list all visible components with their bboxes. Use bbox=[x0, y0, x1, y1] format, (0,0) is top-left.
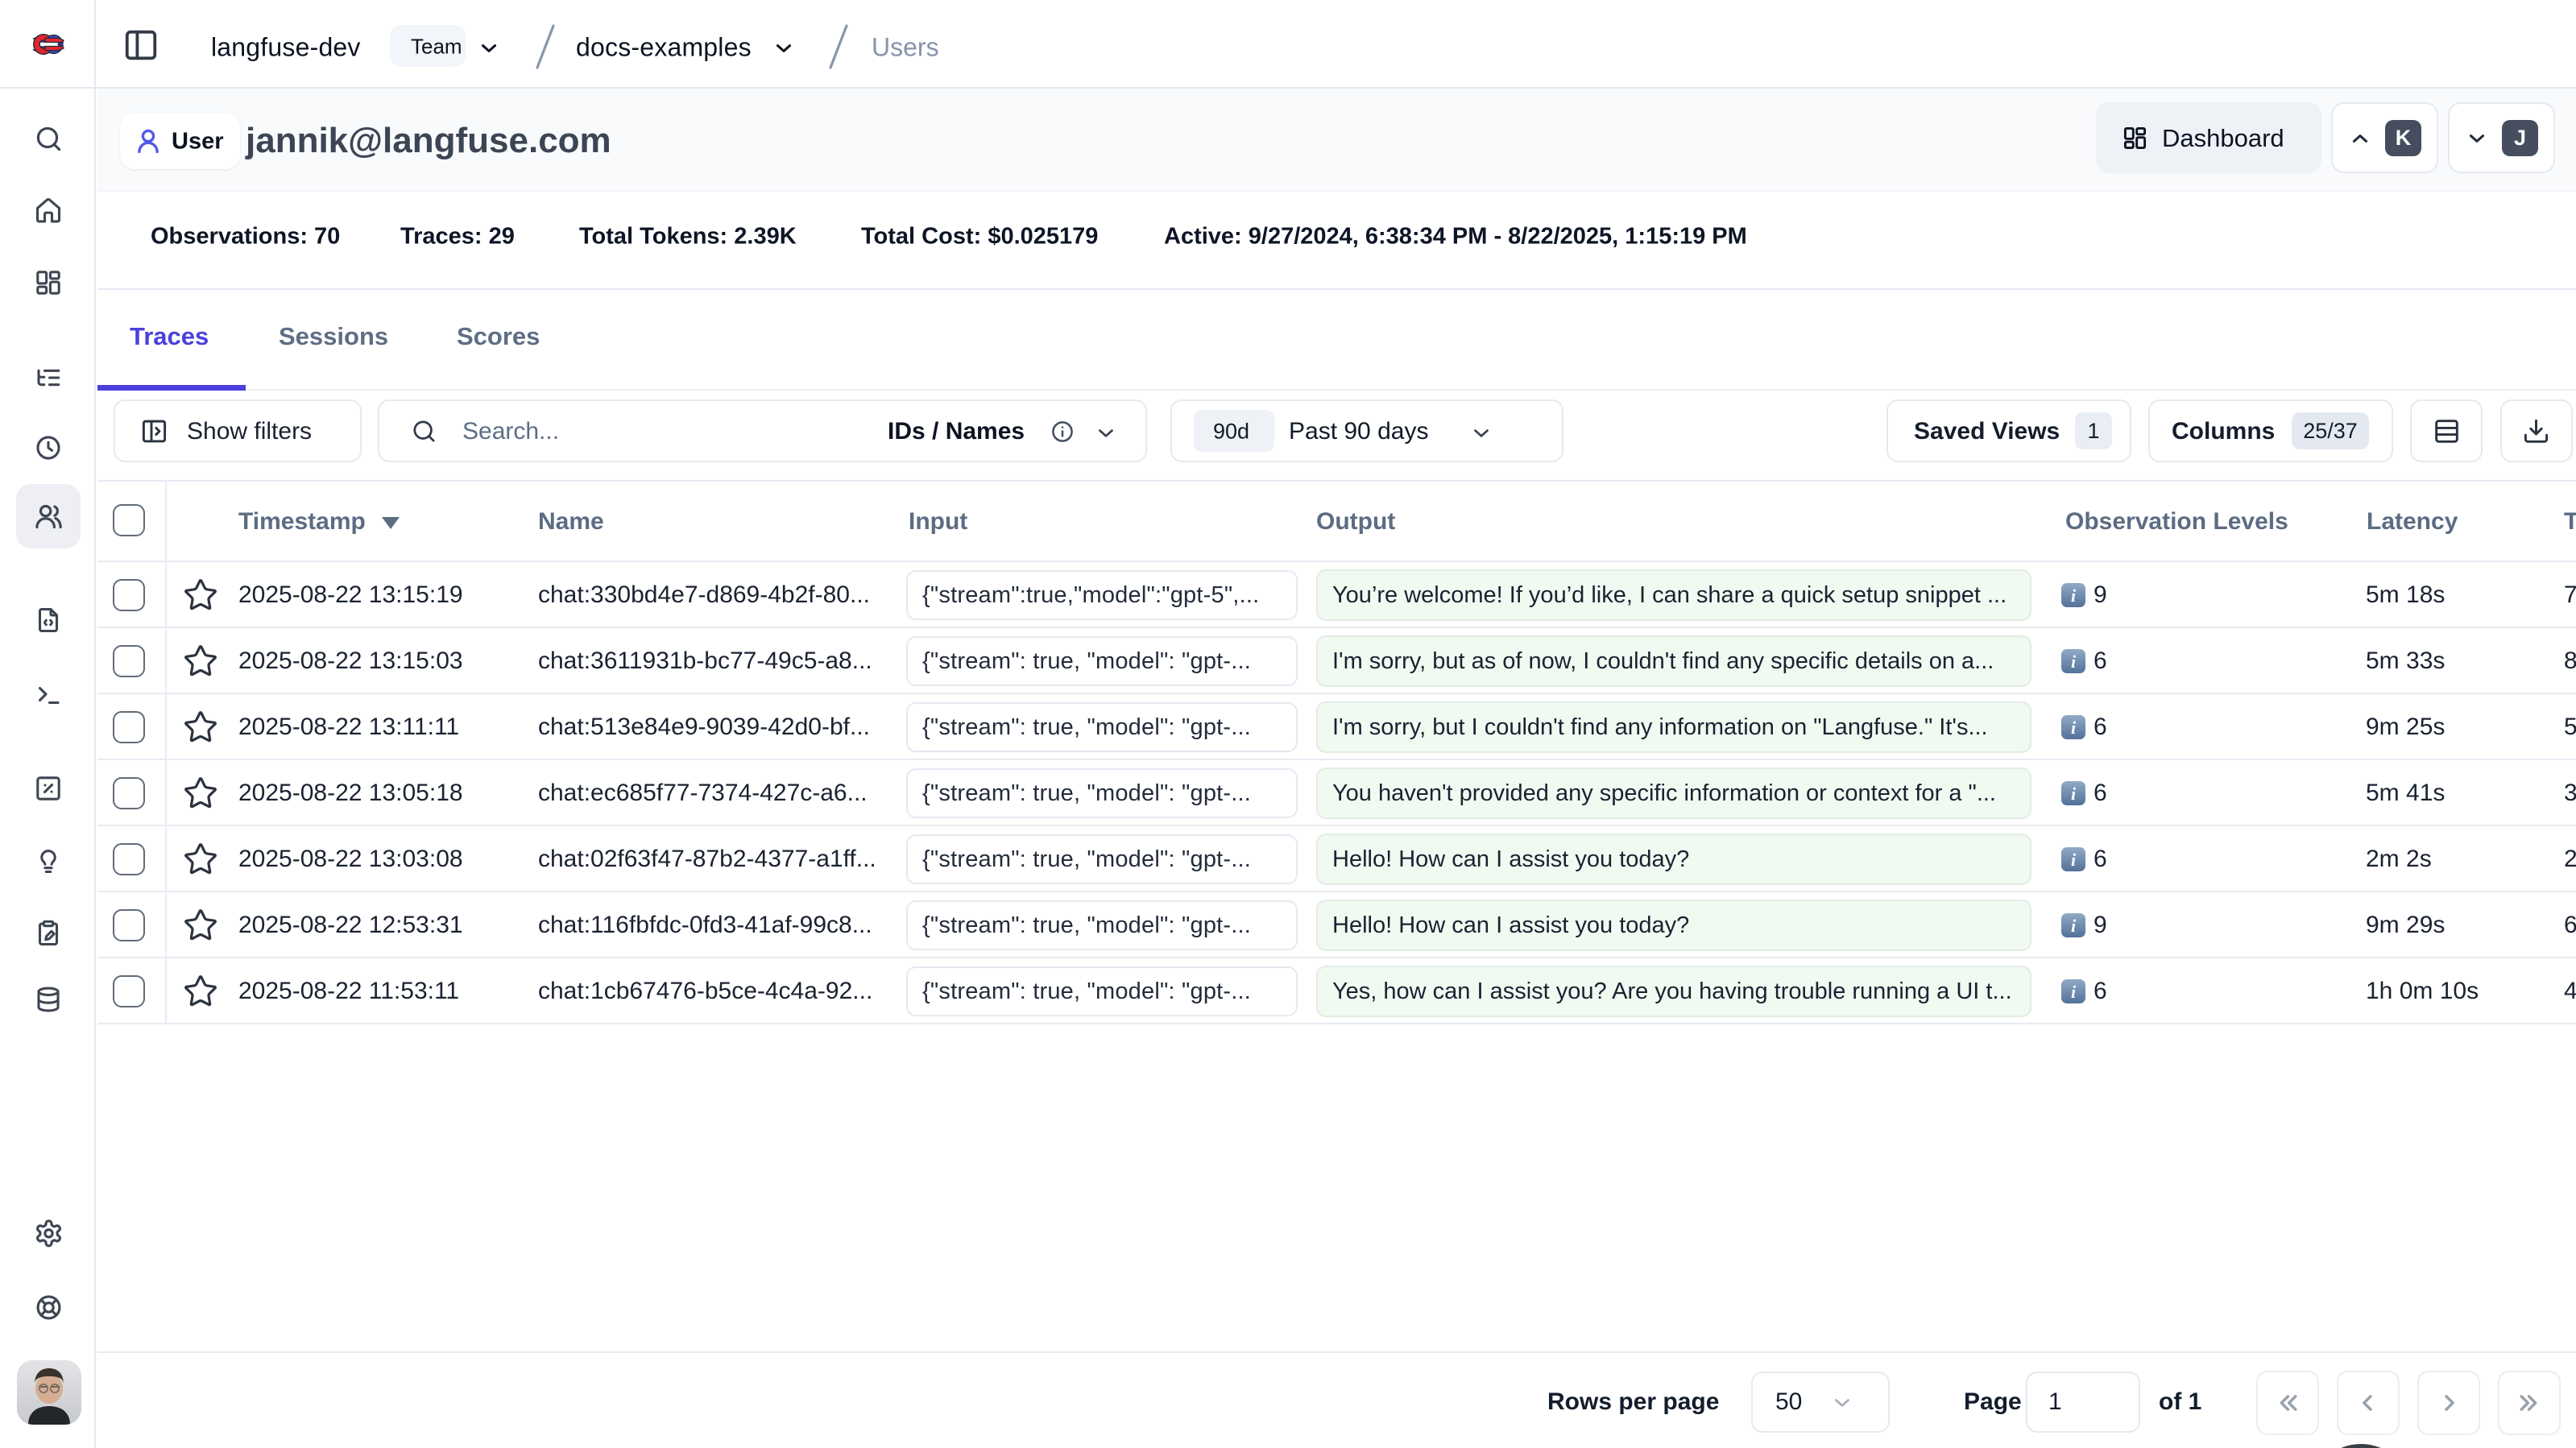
svg-text:i: i bbox=[2071, 585, 2077, 606]
svg-text:i: i bbox=[2071, 718, 2077, 738]
svg-text:i: i bbox=[2071, 784, 2077, 804]
svg-text:i: i bbox=[2071, 916, 2077, 936]
svg-text:i: i bbox=[2071, 982, 2077, 1002]
svg-text:i: i bbox=[2071, 850, 2077, 870]
svg-text:i: i bbox=[2071, 652, 2077, 672]
